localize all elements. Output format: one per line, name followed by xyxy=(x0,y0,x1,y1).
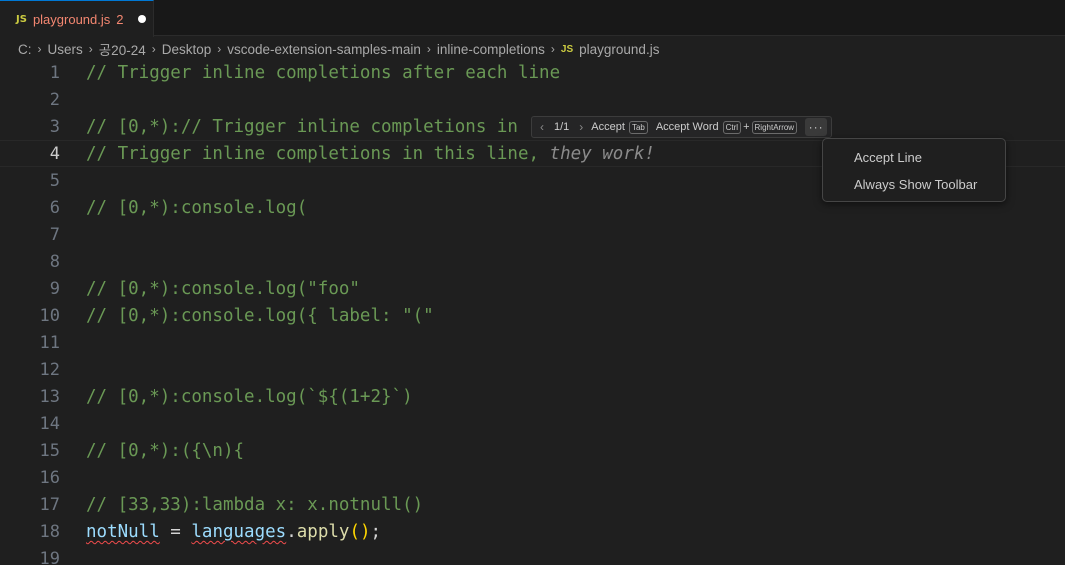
code-line[interactable]: 10 // [0,*):console.log({ label: "(" xyxy=(0,303,1065,330)
accept-word-button[interactable]: Accept Word Ctrl + RightArrow xyxy=(652,120,801,134)
tab-label: playground.js xyxy=(32,11,111,27)
breadcrumb: C: › Users › 공20-24 › Desktop › vscode-e… xyxy=(18,38,659,60)
javascript-file-icon: JS xyxy=(560,43,574,55)
line-number: 16 xyxy=(39,468,60,488)
code-line[interactable]: 9 // [0,*):console.log("foo" xyxy=(0,276,1065,303)
line-number: 10 xyxy=(39,306,60,326)
breadcrumb-file[interactable]: playground.js xyxy=(579,42,659,57)
operator-token: = xyxy=(159,522,192,542)
code-text[interactable]: // [0,*):({\n){ xyxy=(86,438,244,465)
chevron-right-icon: › xyxy=(88,42,93,56)
problem-count-badge: 2 xyxy=(116,11,124,27)
keybinding-tab: Tab xyxy=(628,120,648,134)
accept-button[interactable]: Accept Tab xyxy=(587,120,652,134)
function-token: apply xyxy=(296,522,350,542)
accept-word-label: Accept Word xyxy=(655,121,719,133)
line-number: 14 xyxy=(39,414,60,434)
line-number: 11 xyxy=(39,333,60,353)
keybinding-plus: + xyxy=(743,121,750,133)
code-text[interactable]: // [0,*):console.log( xyxy=(86,195,307,222)
code-text[interactable]: // [0,*):console.log("foo" xyxy=(86,276,360,303)
menu-item-accept-line[interactable]: Accept Line xyxy=(823,144,1005,171)
line-number: 12 xyxy=(39,360,60,380)
editor-tab-playground[interactable]: JS playground.js 2 xyxy=(0,0,154,37)
chevron-right-icon: › xyxy=(550,42,555,56)
code-text[interactable]: // Trigger inline completions after each… xyxy=(86,60,560,87)
line-number: 3 xyxy=(49,117,60,137)
breadcrumb-item[interactable]: 공20-24 xyxy=(99,39,146,59)
chevron-right-icon: › xyxy=(217,42,222,56)
ellipsis-icon[interactable]: ··· xyxy=(805,118,828,136)
line-number: 13 xyxy=(39,387,60,407)
line-number: 8 xyxy=(49,252,60,272)
line-number: 1 xyxy=(49,63,60,83)
code-line[interactable]: 19 xyxy=(0,546,1065,565)
more-actions-menu: Accept Line Always Show Toolbar xyxy=(822,138,1006,202)
inline-suggestion-toolbar: ‹ 1/1 › Accept Tab Accept Word Ctrl + Ri… xyxy=(531,116,833,138)
code-line[interactable]: 1 // Trigger inline completions after ea… xyxy=(0,60,1065,87)
code-line[interactable]: 7 xyxy=(0,222,1065,249)
code-line[interactable]: 2 xyxy=(0,87,1065,114)
variable-token-error: languages xyxy=(191,522,287,542)
dot-token: . xyxy=(286,522,297,542)
code-line[interactable]: 16 xyxy=(0,465,1065,492)
keybinding-rightarrow: RightArrow xyxy=(751,120,798,134)
paren-token: () xyxy=(349,522,371,542)
code-line[interactable]: 12 xyxy=(0,357,1065,384)
line-number: 15 xyxy=(39,441,60,461)
javascript-file-icon: JS xyxy=(16,13,27,25)
code-text-content: // Trigger inline completions in this li… xyxy=(86,144,540,164)
chevron-right-icon: › xyxy=(426,42,431,56)
tab-bar: JS playground.js 2 xyxy=(0,0,1065,37)
chevron-right-icon[interactable]: › xyxy=(575,120,587,134)
code-text[interactable]: // Trigger inline completions in this li… xyxy=(86,141,655,168)
breadcrumb-item[interactable]: Users xyxy=(48,42,83,57)
code-line[interactable]: 18 notNull = languages.apply(); xyxy=(0,519,1065,546)
line-number: 19 xyxy=(39,549,60,565)
line-number: 2 xyxy=(49,90,60,110)
semicolon-token: ; xyxy=(370,522,382,542)
line-number: 4 xyxy=(49,144,60,164)
chevron-right-icon: › xyxy=(151,42,156,56)
menu-item-always-show-toolbar[interactable]: Always Show Toolbar xyxy=(823,171,1005,198)
breadcrumb-item[interactable]: inline-completions xyxy=(437,42,545,57)
code-text[interactable]: // [0,*):console.log({ label: "(" xyxy=(86,303,434,330)
line-number: 18 xyxy=(39,522,60,542)
code-line[interactable]: 8 xyxy=(0,249,1065,276)
keybinding-ctrl: Ctrl xyxy=(722,120,742,134)
code-text[interactable]: notNull = languages.apply(); xyxy=(86,519,381,546)
code-line[interactable]: 13 // [0,*):console.log(`${(1+2}`) xyxy=(0,384,1065,411)
breadcrumb-item[interactable]: C: xyxy=(18,42,32,57)
chevron-right-icon: › xyxy=(37,42,42,56)
code-line[interactable]: 17 // [33,33):lambda x: x.notnull() xyxy=(0,492,1065,519)
suggestion-counter: 1/1 xyxy=(554,121,570,133)
code-line[interactable]: 15 // [0,*):({\n){ xyxy=(0,438,1065,465)
ghost-suggestion-text: they work! xyxy=(539,144,655,164)
line-number: 9 xyxy=(49,279,60,299)
accept-label: Accept xyxy=(591,121,625,133)
code-text[interactable]: // [0,*):console.log(`${(1+2}`) xyxy=(86,384,413,411)
line-number: 5 xyxy=(49,171,60,191)
code-text[interactable]: // [0,*):// Trigger inline completions i… xyxy=(86,114,518,141)
code-line[interactable]: 14 xyxy=(0,411,1065,438)
breadcrumb-item[interactable]: Desktop xyxy=(162,42,212,57)
unsaved-dot-icon[interactable] xyxy=(137,15,146,23)
code-text[interactable]: // [33,33):lambda x: x.notnull() xyxy=(86,492,423,519)
breadcrumb-item[interactable]: vscode-extension-samples-main xyxy=(227,42,421,57)
chevron-left-icon[interactable]: ‹ xyxy=(536,120,548,134)
variable-token-error: notNull xyxy=(86,522,160,542)
code-line[interactable]: 11 xyxy=(0,330,1065,357)
line-number: 6 xyxy=(49,198,60,218)
line-number: 7 xyxy=(49,225,60,245)
line-number: 17 xyxy=(39,495,60,515)
